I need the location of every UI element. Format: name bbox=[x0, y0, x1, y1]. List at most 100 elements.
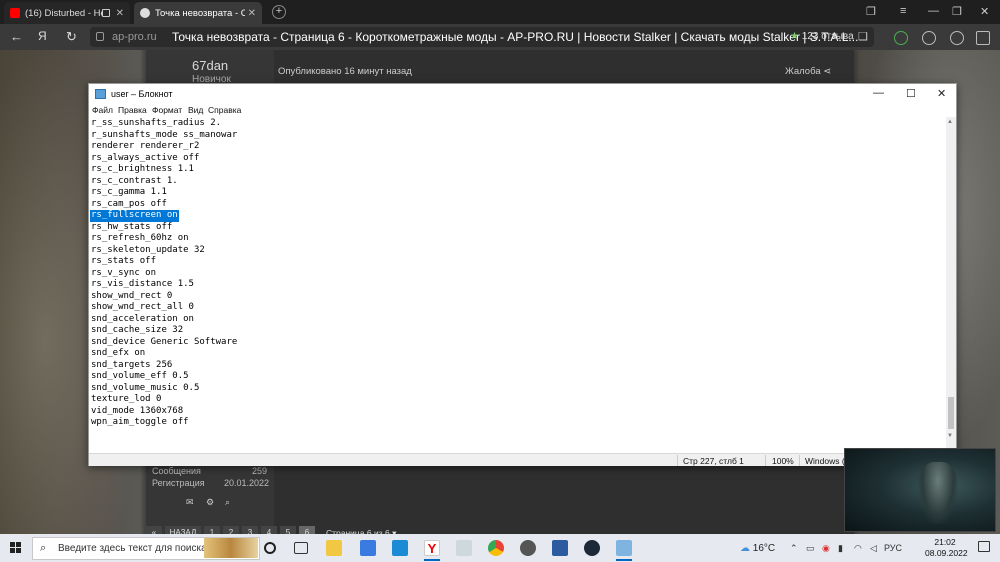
notifications-icon[interactable] bbox=[978, 541, 990, 552]
windows-start-icon[interactable] bbox=[10, 542, 22, 554]
cortana-icon[interactable] bbox=[264, 542, 276, 554]
text-line[interactable]: show_wnd_rect_all 0 bbox=[91, 302, 194, 314]
speaker-icon bbox=[101, 9, 110, 17]
downloads-icon[interactable] bbox=[976, 31, 990, 45]
reviews-count: 123 отзыва bbox=[801, 31, 854, 42]
maximize-icon[interactable]: ☐ bbox=[906, 87, 916, 100]
extensions-icon[interactable] bbox=[950, 31, 964, 45]
clock[interactable]: 21:02 08.09.2022 bbox=[925, 537, 968, 559]
protect-icon[interactable] bbox=[894, 31, 908, 45]
text-line[interactable]: rs_c_brightness 1.1 bbox=[91, 164, 194, 176]
chrome-icon[interactable] bbox=[488, 540, 504, 556]
search-highlight-image[interactable] bbox=[204, 538, 258, 558]
text-line[interactable]: renderer renderer_r2 bbox=[91, 141, 199, 153]
scroll-down-icon[interactable]: ▼ bbox=[947, 433, 953, 439]
tab-youtube[interactable]: (16) Disturbed - Hey ✕ bbox=[4, 2, 130, 24]
text-line[interactable]: show_wnd_rect 0 bbox=[91, 291, 172, 303]
username[interactable]: 67dan bbox=[192, 58, 228, 73]
text-line[interactable]: rs_stats off bbox=[91, 256, 156, 268]
chevron-up-icon[interactable]: ⌃ bbox=[790, 543, 798, 554]
settings-icon[interactable]: ⚙ bbox=[206, 497, 216, 507]
close-window-icon[interactable]: ✕ bbox=[980, 5, 989, 18]
text-line[interactable]: rs_always_active off bbox=[91, 153, 199, 165]
maximize-icon[interactable]: ❐ bbox=[952, 5, 962, 18]
url-domain[interactable]: ap-pro.ru bbox=[112, 31, 157, 43]
new-tab-button[interactable]: + bbox=[272, 5, 286, 19]
yandex-menu-icon[interactable]: ≡ bbox=[900, 5, 906, 17]
language-indicator[interactable]: РУС bbox=[884, 543, 902, 553]
settings-icon[interactable] bbox=[520, 540, 536, 556]
share-icon[interactable]: ⋖ bbox=[823, 66, 831, 77]
search-placeholder[interactable]: Введите здесь текст для поиска bbox=[58, 543, 207, 554]
menu-help[interactable]: Справка bbox=[208, 105, 241, 115]
lock-icon[interactable] bbox=[96, 32, 104, 41]
text-line[interactable]: rs_refresh_60hz on bbox=[91, 233, 189, 245]
tabs-menu-icon[interactable]: ❐ bbox=[866, 5, 876, 18]
search-icon[interactable]: ⌕ bbox=[225, 497, 235, 507]
text-line[interactable]: r_ss_sunshafts_radius 2. bbox=[91, 118, 221, 130]
menu-view[interactable]: Вид bbox=[188, 105, 203, 115]
text-line[interactable]: vid_mode 1360x768 bbox=[91, 406, 183, 418]
report-link[interactable]: Жалоба ⋖ bbox=[785, 66, 831, 77]
video-frame bbox=[918, 462, 958, 524]
text-line[interactable]: snd_volume_music 0.5 bbox=[91, 383, 199, 395]
text-editor[interactable]: r_ss_sunshafts_radius 2. r_sunshafts_mode… bbox=[89, 117, 946, 453]
text-line[interactable]: snd_volume_eff 0.5 bbox=[91, 371, 189, 383]
wifi-icon[interactable]: ◠ bbox=[854, 543, 862, 554]
close-tab-icon[interactable]: ✕ bbox=[248, 8, 256, 19]
text-line[interactable]: snd_targets 256 bbox=[91, 360, 172, 372]
yandex-logo-icon[interactable]: Я bbox=[38, 29, 47, 43]
weather-widget[interactable]: ☁ 16°C bbox=[740, 543, 775, 554]
minimize-icon[interactable]: — bbox=[873, 87, 884, 99]
menu-file[interactable]: Файл bbox=[92, 105, 113, 115]
text-line[interactable]: rs_vis_distance 1.5 bbox=[91, 279, 194, 291]
text-line[interactable]: snd_efx on bbox=[91, 348, 145, 360]
scroll-up-icon[interactable]: ▲ bbox=[947, 119, 953, 125]
notepad-window: user – Блокнот — ☐ ✕ Файл Правка Формат … bbox=[88, 83, 957, 466]
file-explorer-icon[interactable] bbox=[326, 540, 342, 556]
steam-icon[interactable] bbox=[584, 540, 600, 556]
message-icon[interactable]: ✉ bbox=[186, 497, 196, 507]
reload-icon[interactable]: ↻ bbox=[66, 29, 77, 45]
mail-icon[interactable] bbox=[392, 540, 408, 556]
app-icon[interactable] bbox=[552, 540, 568, 556]
menu-edit[interactable]: Правка bbox=[118, 105, 147, 115]
network-icon[interactable]: ▭ bbox=[806, 543, 815, 554]
back-arrow-icon[interactable]: ← bbox=[10, 29, 23, 44]
volume-icon[interactable]: ◁ bbox=[870, 543, 877, 554]
notepad-taskbar-icon[interactable] bbox=[616, 540, 632, 556]
text-line[interactable]: rs_hw_stats off bbox=[91, 222, 172, 234]
text-line[interactable]: rs_cam_pos off bbox=[91, 199, 167, 211]
notepad-titlebar[interactable]: user – Блокнот — ☐ ✕ bbox=[89, 84, 956, 104]
minimize-icon[interactable]: — bbox=[928, 5, 939, 17]
photos-icon[interactable] bbox=[456, 540, 472, 556]
text-line[interactable]: rs_c_contrast 1. bbox=[91, 176, 178, 188]
close-tab-icon[interactable]: ✕ bbox=[116, 8, 124, 19]
star-icon: ★ bbox=[790, 31, 799, 42]
text-line[interactable]: rs_skeleton_update 32 bbox=[91, 245, 205, 257]
selected-text-line[interactable]: rs_fullscreen on bbox=[90, 210, 179, 222]
task-view-icon[interactable] bbox=[294, 542, 308, 554]
page-title[interactable]: Точка невозврата - Страница 6 - Коротком… bbox=[172, 30, 858, 44]
stat-label: Регистрация bbox=[152, 478, 205, 488]
store-icon[interactable] bbox=[360, 540, 376, 556]
text-line[interactable]: snd_device Generic Software bbox=[91, 337, 237, 349]
tab-ap-pro[interactable]: Точка невозврата - Стр ✕ bbox=[134, 2, 262, 24]
browser-tab-bar: (16) Disturbed - Hey ✕ Точка невозврата … bbox=[0, 0, 1000, 24]
scrollbar-thumb[interactable] bbox=[948, 397, 954, 429]
text-line[interactable]: r_sunshafts_mode ss_manowar bbox=[91, 130, 237, 142]
bookmark-icon[interactable]: ❑ bbox=[858, 30, 868, 43]
menu-format[interactable]: Формат bbox=[152, 105, 182, 115]
text-line[interactable]: rs_v_sync on bbox=[91, 268, 156, 280]
battery-icon[interactable]: ▮ bbox=[838, 543, 843, 554]
close-icon[interactable]: ✕ bbox=[937, 87, 946, 100]
antivirus-icon[interactable]: ◉ bbox=[822, 543, 830, 554]
text-line[interactable]: snd_cache_size 32 bbox=[91, 325, 183, 337]
yandex-browser-icon[interactable]: Y bbox=[424, 540, 440, 556]
reviews-badge[interactable]: ★ 123 отзыва bbox=[790, 31, 854, 42]
text-line[interactable]: wpn_aim_toggle off bbox=[91, 417, 189, 429]
text-line[interactable]: rs_c_gamma 1.1 bbox=[91, 187, 167, 199]
alice-icon[interactable] bbox=[922, 31, 936, 45]
text-line[interactable]: snd_acceleration on bbox=[91, 314, 194, 326]
text-line[interactable]: texture_lod 0 bbox=[91, 394, 161, 406]
